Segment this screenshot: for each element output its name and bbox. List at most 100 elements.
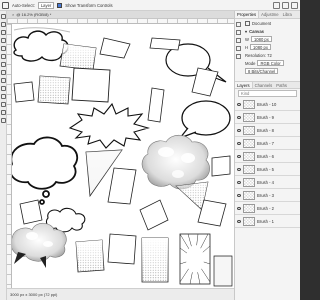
layers-tabs: Layers Channels Paths bbox=[235, 81, 300, 89]
type-tool[interactable] bbox=[1, 94, 6, 99]
white-panel-7[interactable] bbox=[211, 155, 231, 177]
halftone-panel-3[interactable] bbox=[75, 239, 105, 273]
gradient-tool[interactable] bbox=[1, 78, 6, 83]
canvas-artwork bbox=[12, 27, 233, 287]
eye-icon[interactable] bbox=[237, 115, 241, 119]
white-panel-9[interactable] bbox=[19, 199, 43, 225]
document-label: Document bbox=[252, 20, 272, 26]
transform-controls-label: Show Transform Controls bbox=[65, 2, 113, 8]
white-panel-3[interactable] bbox=[13, 81, 35, 103]
layer-thumbnail bbox=[243, 203, 255, 213]
eye-icon[interactable] bbox=[237, 102, 241, 106]
layer-name: Brush - 5 bbox=[257, 166, 274, 172]
speech-bubble-2[interactable] bbox=[178, 100, 231, 140]
tab-channels[interactable]: Channels bbox=[253, 82, 275, 88]
layer-row[interactable]: Brush - 8 bbox=[235, 124, 300, 137]
eye-icon[interactable] bbox=[237, 167, 241, 171]
tab-adjustments[interactable]: Adjustme bbox=[259, 11, 280, 18]
layer-row[interactable]: Brush - 1 bbox=[235, 215, 300, 228]
halftone-panel-1[interactable] bbox=[59, 43, 97, 71]
layer-filter[interactable]: Kind bbox=[238, 90, 297, 97]
eye-icon[interactable] bbox=[237, 141, 241, 145]
cloud-bubble-2[interactable] bbox=[12, 136, 79, 205]
photoshop-window: Auto-Select: Layer Show Transform Contro… bbox=[0, 0, 300, 300]
brush-icon[interactable] bbox=[235, 46, 241, 51]
eraser-tool[interactable] bbox=[1, 70, 6, 75]
white-panel-12[interactable] bbox=[107, 233, 137, 265]
shape-tool[interactable] bbox=[1, 102, 6, 107]
layer-thumbnail bbox=[243, 138, 255, 148]
white-panel-4[interactable] bbox=[71, 67, 111, 103]
burst-bubble[interactable] bbox=[68, 102, 151, 149]
canvas-section[interactable]: ▾ Canvas bbox=[242, 27, 300, 35]
crop-tool[interactable] bbox=[1, 38, 6, 43]
tab-libraries[interactable]: Libra bbox=[281, 11, 294, 18]
layer-thumbnail bbox=[243, 216, 255, 226]
marquee-tool[interactable] bbox=[1, 22, 6, 27]
white-panel-1[interactable] bbox=[99, 37, 131, 59]
eye-icon[interactable] bbox=[237, 154, 241, 158]
layer-name: Brush - 1 bbox=[257, 218, 274, 224]
speed-lines-panel[interactable] bbox=[179, 233, 211, 285]
cloud-bubble-5[interactable] bbox=[12, 222, 67, 268]
layer-row[interactable]: Brush - 6 bbox=[235, 150, 300, 163]
halftone-panel-5[interactable] bbox=[213, 255, 233, 287]
white-panel-2[interactable] bbox=[149, 37, 181, 51]
canvas[interactable] bbox=[12, 24, 234, 288]
layer-row[interactable]: Brush - 2 bbox=[235, 202, 300, 215]
cloud-bubble-1[interactable] bbox=[13, 30, 69, 62]
eye-icon[interactable] bbox=[237, 128, 241, 132]
hand-tool[interactable] bbox=[1, 110, 6, 115]
canvas-section-label: Canvas bbox=[249, 28, 265, 34]
tab-properties[interactable]: Properties bbox=[235, 11, 260, 18]
share-icon[interactable] bbox=[291, 2, 298, 9]
auto-select-dropdown[interactable]: Layer bbox=[37, 1, 55, 9]
layer-row[interactable]: Brush - 5 bbox=[235, 163, 300, 176]
history-icon[interactable] bbox=[235, 22, 241, 27]
layer-name: Brush - 9 bbox=[257, 114, 274, 120]
layers-list: Brush - 10 Brush - 9 Brush - 8 Brush - 7 bbox=[235, 98, 300, 228]
transform-controls-checkbox[interactable] bbox=[57, 2, 63, 8]
depth-dropdown[interactable]: 8 Bits/Channel bbox=[245, 68, 279, 74]
workspace-icon[interactable] bbox=[282, 2, 289, 9]
search-icon[interactable] bbox=[273, 2, 280, 9]
layer-row[interactable]: Brush - 4 bbox=[235, 176, 300, 189]
layer-row[interactable]: Brush - 7 bbox=[235, 137, 300, 150]
document-row: Document bbox=[242, 19, 300, 27]
cloud-bubble-3[interactable] bbox=[141, 134, 210, 190]
layer-row[interactable]: Brush - 9 bbox=[235, 111, 300, 124]
halftone-panel-4[interactable] bbox=[141, 237, 169, 283]
pen-tool[interactable] bbox=[1, 86, 6, 91]
character-icon[interactable] bbox=[235, 54, 241, 59]
document-icon bbox=[245, 20, 250, 26]
halftone-panel-2[interactable] bbox=[37, 75, 71, 105]
layer-row[interactable]: Brush - 3 bbox=[235, 189, 300, 202]
white-panel-6[interactable] bbox=[147, 87, 165, 123]
color-icon[interactable] bbox=[235, 30, 241, 35]
eyedropper-tool[interactable] bbox=[1, 46, 6, 51]
layer-name: Brush - 6 bbox=[257, 153, 274, 159]
width-field[interactable]: 1080 px bbox=[250, 36, 272, 42]
eye-icon[interactable] bbox=[237, 180, 241, 184]
eye-icon[interactable] bbox=[237, 206, 241, 210]
eye-icon[interactable] bbox=[237, 219, 241, 223]
document-tab[interactable]: × @ 16.2% (RGB/8) * bbox=[7, 11, 234, 19]
resolution-label: Resolution: 72 bbox=[245, 52, 272, 58]
stamp-tool[interactable] bbox=[1, 62, 6, 67]
height-row: H 1080 px bbox=[242, 43, 300, 51]
white-panel-10[interactable] bbox=[139, 199, 169, 231]
move-tool[interactable] bbox=[1, 14, 6, 19]
white-panel-8[interactable] bbox=[107, 167, 137, 205]
close-icon[interactable]: × bbox=[12, 11, 14, 18]
swatches-icon[interactable] bbox=[235, 38, 241, 43]
eye-icon[interactable] bbox=[237, 193, 241, 197]
tab-layers[interactable]: Layers bbox=[235, 82, 253, 88]
layer-row[interactable]: Brush - 10 bbox=[235, 98, 300, 111]
tab-paths[interactable]: Paths bbox=[274, 82, 289, 88]
zoom-tool[interactable] bbox=[1, 118, 6, 123]
height-field[interactable]: 1080 px bbox=[250, 44, 271, 50]
brush-tool[interactable] bbox=[1, 54, 6, 59]
lasso-tool[interactable] bbox=[1, 30, 6, 35]
move-tool-icon[interactable] bbox=[2, 1, 9, 9]
mode-dropdown[interactable]: RGB Color bbox=[257, 60, 284, 66]
